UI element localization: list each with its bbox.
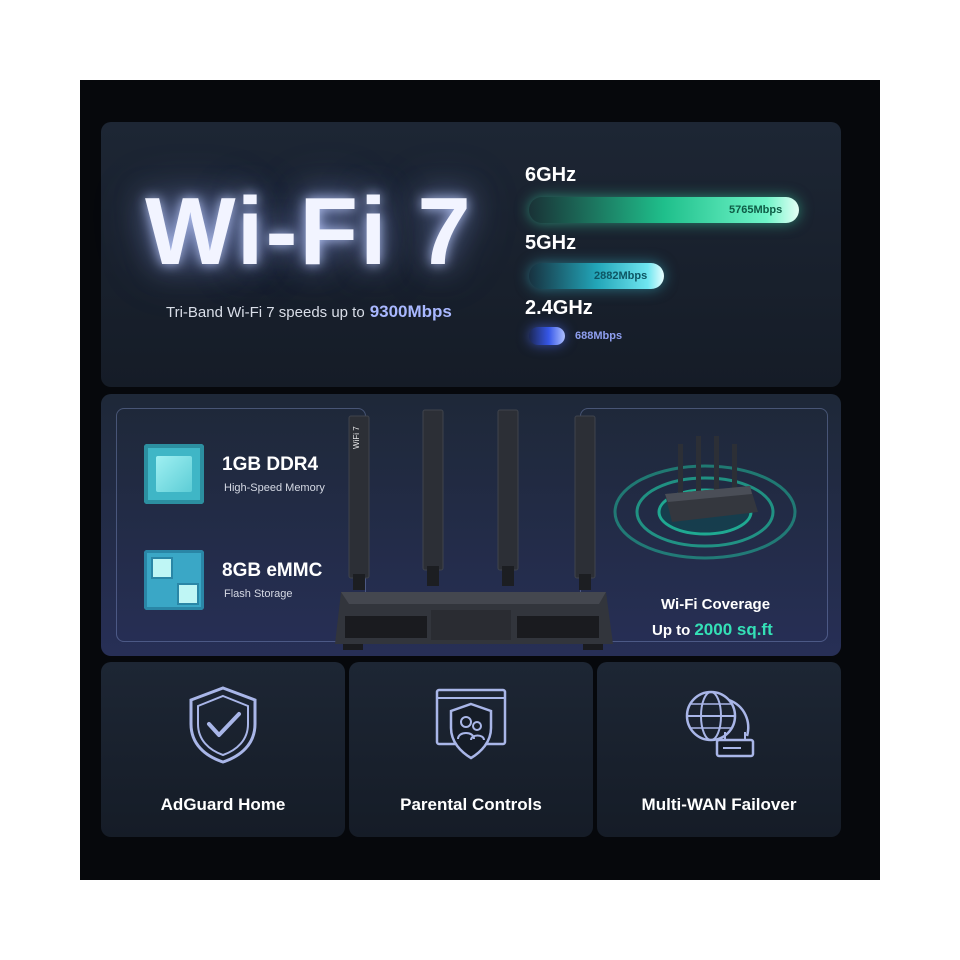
coverage-rings-illustration [613,436,797,560]
coverage-area: 2000 sq.ft [694,620,773,639]
feature-infographic: Wi-Fi 7 Tri-Band Wi-Fi 7 speeds up to 930… [80,80,880,880]
storage-subtitle: Flash Storage [224,588,293,600]
tagline-text: Tri-Band Wi-Fi 7 speeds up to [166,304,365,321]
storage-title: 8GB eMMC [222,560,323,581]
feature-card-parental: Parental Controls [349,662,593,837]
feature-card-multiwan: Multi-WAN Failover [597,662,841,837]
parental-controls-icon [435,688,507,760]
band-6ghz-label: 6GHz [525,164,577,186]
band-6ghz-speed: 5765Mbps [729,204,783,216]
band-5ghz-label: 5GHz [525,232,577,254]
band-24ghz-speed: 688Mbps [575,330,623,342]
feature-label-multiwan: Multi-WAN Failover [641,795,797,814]
memory-title: 1GB DDR4 [222,454,319,475]
band-24ghz-label: 2.4GHz [525,297,593,319]
band-5ghz-speed: 2882Mbps [594,270,648,282]
total-speed: 9300Mbps [369,302,452,321]
feature-label-parental: Parental Controls [400,795,542,814]
shield-check-icon [189,686,257,764]
feature-card-adguard: AdGuard Home [101,662,345,837]
coverage-prefix: Up to [652,622,691,639]
speed-panel: Wi-Fi 7 Tri-Band Wi-Fi 7 speeds up to 930… [101,122,841,387]
memory-subtitle: High-Speed Memory [224,482,325,494]
coverage-title: Wi-Fi Coverage [661,596,771,613]
antenna-badge: WiFi 7 [352,426,361,449]
speed-tagline: Tri-Band Wi-Fi 7 speeds up to 9300Mbps [166,302,452,322]
memory-chip-icon [144,444,204,504]
globe-router-icon [685,690,755,758]
router-illustration: WiFi 7 [335,409,613,650]
wifi7-title: Wi-Fi 7 [145,178,473,285]
storage-chip-icon [144,550,204,610]
band-24ghz-bar [529,327,565,345]
hardware-panel: 1GB DDR4 High-Speed Memory 8GB eMMC Flas… [101,394,841,656]
feature-label-adguard: AdGuard Home [160,795,286,814]
coverage-line: Up to 2000 sq.ft [652,620,773,640]
